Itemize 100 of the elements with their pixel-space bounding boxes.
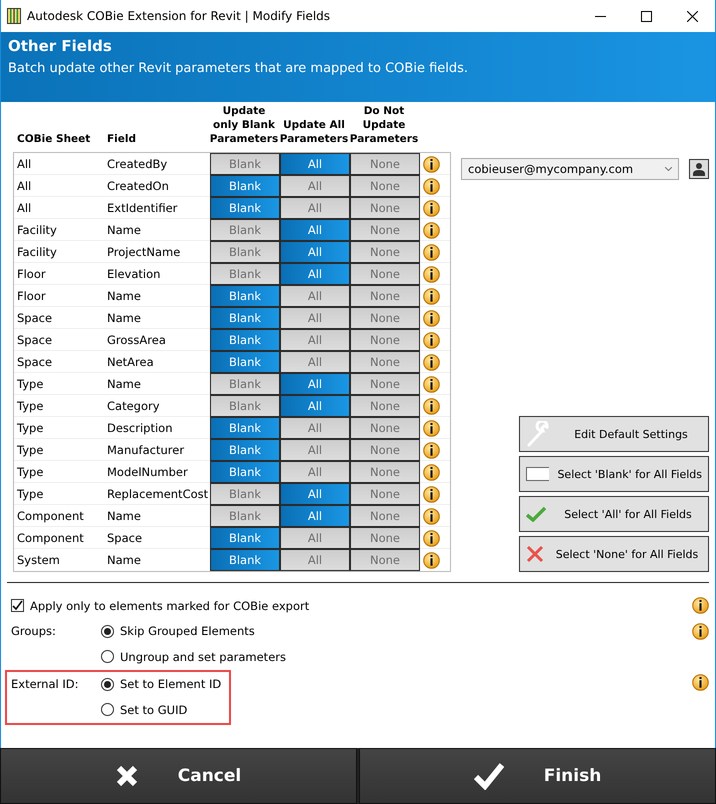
option-toggle[interactable]: Blank xyxy=(210,241,280,263)
radio-button[interactable] xyxy=(101,703,114,716)
table-cell-text: Type xyxy=(16,377,44,391)
option-toggle[interactable]: Blank xyxy=(210,461,280,483)
option-toggle[interactable]: None xyxy=(350,527,420,549)
option-toggle[interactable]: All xyxy=(280,285,350,307)
option-toggle[interactable]: None xyxy=(350,175,420,197)
option-toggle[interactable]: All xyxy=(280,549,350,571)
action-button[interactable]: Select 'None' for All Fields xyxy=(519,536,709,572)
option-toggle[interactable]: All xyxy=(280,197,350,219)
option-toggle[interactable]: Blank xyxy=(210,505,280,527)
maximize-icon[interactable] xyxy=(640,10,652,22)
cancel-button[interactable]: Cancel xyxy=(0,748,357,804)
option-toggle[interactable]: Blank xyxy=(210,395,280,417)
option-toggle[interactable]: Blank xyxy=(210,197,280,219)
info-icon[interactable] xyxy=(422,420,440,436)
option-toggle[interactable]: Blank xyxy=(210,175,280,197)
action-button[interactable]: Edit Default Settings xyxy=(519,416,709,452)
option-toggle[interactable]: All xyxy=(280,373,350,395)
option-toggle[interactable]: None xyxy=(350,549,420,571)
option-toggle[interactable]: Blank xyxy=(210,351,280,373)
info-icon[interactable] xyxy=(422,200,440,216)
option-toggle[interactable]: All xyxy=(280,483,350,505)
option-toggle[interactable]: None xyxy=(350,439,420,461)
user-button[interactable] xyxy=(689,159,709,179)
option-toggle[interactable]: None xyxy=(350,241,420,263)
action-button[interactable]: Select 'All' for All Fields xyxy=(519,496,709,532)
info-icon[interactable] xyxy=(422,508,440,524)
option-toggle[interactable]: None xyxy=(350,329,420,351)
option-toggle[interactable]: None xyxy=(350,505,420,527)
info-icon[interactable] xyxy=(422,442,440,458)
column-header: Update All Parameters xyxy=(279,118,349,146)
info-icon[interactable] xyxy=(422,354,440,370)
radio-button[interactable] xyxy=(101,650,114,664)
radio-button[interactable] xyxy=(101,624,114,638)
option-toggle[interactable]: None xyxy=(350,219,420,241)
info-icon[interactable] xyxy=(422,486,440,502)
option-toggle[interactable]: All xyxy=(280,351,350,373)
option-toggle[interactable]: None xyxy=(350,307,420,329)
option-toggle[interactable]: None xyxy=(350,197,420,219)
option-toggle[interactable]: None xyxy=(350,285,420,307)
info-icon[interactable] xyxy=(422,288,440,304)
option-toggle[interactable]: All xyxy=(280,307,350,329)
option-toggle[interactable]: All xyxy=(280,417,350,439)
info-icon[interactable] xyxy=(422,530,440,546)
info-icon[interactable] xyxy=(692,674,709,690)
info-icon[interactable] xyxy=(422,244,440,260)
close-icon[interactable] xyxy=(686,10,698,22)
option-toggle[interactable]: Blank xyxy=(210,483,280,505)
option-toggle[interactable]: None xyxy=(350,373,420,395)
info-icon[interactable] xyxy=(422,552,440,568)
blank-box-icon xyxy=(526,467,550,481)
option-toggle[interactable]: Blank xyxy=(210,307,280,329)
option-toggle[interactable]: None xyxy=(350,351,420,373)
info-icon[interactable] xyxy=(422,222,440,238)
option-toggle[interactable]: Blank xyxy=(210,219,280,241)
option-toggle[interactable]: Blank xyxy=(210,153,280,175)
option-toggle[interactable]: All xyxy=(280,461,350,483)
option-toggle[interactable]: Blank xyxy=(210,439,280,461)
option-toggle[interactable]: Blank xyxy=(210,527,280,549)
option-toggle[interactable]: All xyxy=(280,175,350,197)
option-toggle[interactable]: Blank xyxy=(210,329,280,351)
option-toggle[interactable]: All xyxy=(280,527,350,549)
info-icon[interactable] xyxy=(422,464,440,480)
option-toggle[interactable]: All xyxy=(280,263,350,285)
option-toggle[interactable]: Blank xyxy=(210,549,280,571)
info-icon[interactable] xyxy=(422,332,440,348)
option-toggle[interactable]: None xyxy=(350,461,420,483)
finish-button[interactable]: Finish xyxy=(359,748,716,804)
option-toggle[interactable]: All xyxy=(280,329,350,351)
option-toggle[interactable]: All xyxy=(280,241,350,263)
info-icon[interactable] xyxy=(422,156,440,172)
action-button[interactable]: Select 'Blank' for All Fields xyxy=(519,456,709,492)
option-toggle[interactable]: Blank xyxy=(210,373,280,395)
info-icon[interactable] xyxy=(422,178,440,194)
option-toggle[interactable]: None xyxy=(350,417,420,439)
info-icon[interactable] xyxy=(422,266,440,282)
table-cell-text: NetArea xyxy=(106,355,155,369)
info-icon[interactable] xyxy=(422,398,440,414)
option-toggle[interactable]: Blank xyxy=(210,285,280,307)
checkbox[interactable] xyxy=(11,599,24,612)
option-toggle[interactable]: All xyxy=(280,153,350,175)
info-icon[interactable] xyxy=(692,622,709,640)
option-toggle[interactable]: All xyxy=(280,219,350,241)
radio-button[interactable] xyxy=(101,678,114,691)
option-toggle[interactable]: All xyxy=(280,505,350,527)
option-toggle[interactable]: None xyxy=(350,153,420,175)
option-toggle[interactable]: None xyxy=(350,483,420,505)
option-toggle[interactable]: All xyxy=(280,439,350,461)
info-icon[interactable] xyxy=(422,310,440,326)
column-header: Field xyxy=(106,132,138,146)
option-toggle[interactable]: Blank xyxy=(210,417,280,439)
option-toggle[interactable]: None xyxy=(350,263,420,285)
option-toggle[interactable]: All xyxy=(280,395,350,417)
info-icon[interactable] xyxy=(692,597,709,614)
user-dropdown[interactable]: cobieuser@mycompany.com xyxy=(461,158,679,180)
field-label: Groups: xyxy=(11,624,57,638)
option-toggle[interactable]: None xyxy=(350,395,420,417)
option-toggle[interactable]: Blank xyxy=(210,263,280,285)
info-icon[interactable] xyxy=(422,376,440,392)
